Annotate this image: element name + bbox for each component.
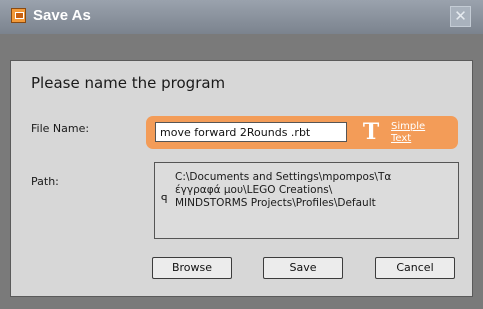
- dialog-header: Please name the program: [31, 74, 226, 92]
- path-line: έγγραφά μου\LEGO Creations\: [175, 184, 333, 196]
- simple-text-link-label: Simple Text: [391, 121, 426, 144]
- path-line: C:\Documents and Settings\mpompos\Τα: [175, 171, 392, 183]
- file-name-input[interactable]: [155, 122, 347, 142]
- path-icon: ꟼ: [161, 193, 168, 206]
- window-title: Save As: [33, 7, 91, 24]
- title-bar[interactable]: Save As ✕: [0, 0, 483, 34]
- path-line: MINDSTORMS Projects\Profiles\Default: [175, 197, 376, 209]
- simple-text-link[interactable]: Simple Text: [391, 121, 433, 145]
- browse-button[interactable]: Browse: [152, 257, 232, 279]
- app-icon: [11, 8, 26, 23]
- save-as-dialog: Save As ✕ Please name the program File N…: [0, 0, 483, 309]
- close-icon: ✕: [454, 7, 467, 25]
- path-text: C:\Documents and Settings\mpompos\Τα έγγ…: [175, 171, 450, 210]
- cancel-button[interactable]: Cancel: [375, 257, 455, 279]
- save-button[interactable]: Save: [263, 257, 343, 279]
- path-display: ꟼ C:\Documents and Settings\mpompos\Τα έ…: [154, 162, 459, 239]
- font-icon[interactable]: T: [359, 121, 383, 143]
- file-name-label: File Name:: [31, 122, 90, 135]
- close-button[interactable]: ✕: [450, 6, 471, 27]
- path-label: Path:: [31, 175, 59, 188]
